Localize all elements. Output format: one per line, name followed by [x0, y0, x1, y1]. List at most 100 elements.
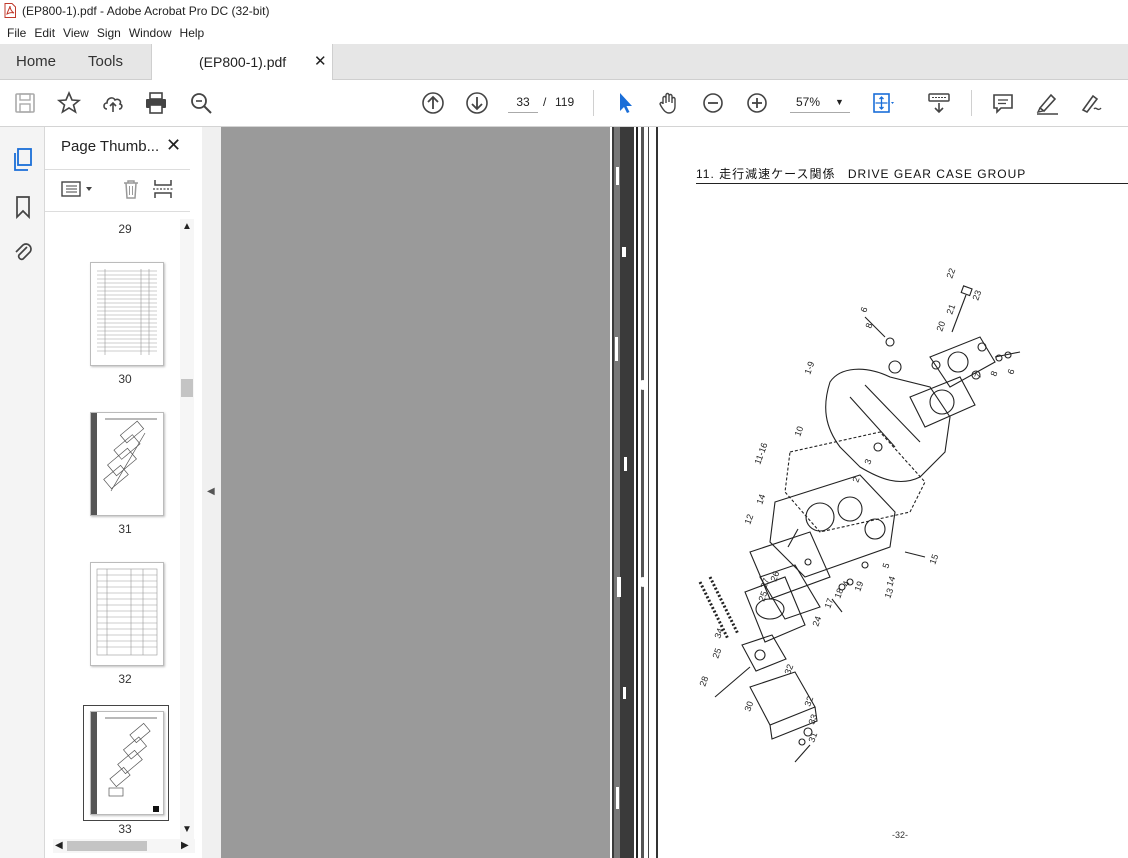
vertical-scroll-thumb[interactable] [181, 379, 193, 397]
menu-view[interactable]: View [63, 22, 89, 44]
menu-edit[interactable]: Edit [34, 22, 55, 44]
scroll-right-icon[interactable]: ▶ [181, 840, 189, 851]
thumbnails-panel: Page Thumb... ✕ 29 30 31 32 33 ▲ ▼ ◀ ▶ [45, 127, 203, 858]
fit-page-icon[interactable] [870, 90, 896, 116]
diagram-callout: 6 [858, 306, 869, 314]
diagram-callout: 10 [792, 425, 805, 438]
menu-window[interactable]: Window [129, 22, 172, 44]
menu-sign[interactable]: Sign [97, 22, 121, 44]
menu-bar: File Edit View Sign Window Help [0, 22, 1128, 44]
diagram-callout: 14 [884, 575, 897, 588]
heading-english: DRIVE GEAR CASE GROUP [847, 167, 1027, 181]
scan-binding-edge [610, 127, 670, 858]
page-number-input[interactable]: 33 [508, 92, 538, 113]
close-panel-icon[interactable]: ✕ [166, 135, 181, 156]
thumbnail-options-button[interactable] [61, 179, 97, 199]
toolbar-divider [971, 90, 972, 116]
heading-japanese: 走行減速ケース関係 [719, 167, 836, 181]
thumbnail-page-33[interactable] [90, 711, 164, 815]
diagram-callout: 1-9 [802, 360, 816, 376]
diagram-callout: 22 [944, 267, 957, 280]
thumbnail-horizontal-scrollbar[interactable]: ◀ ▶ [53, 839, 195, 853]
page-heading: 11. 走行減速ケース関係 DRIVE GEAR CASE GROUP [696, 165, 1026, 182]
diagram-callout: 11-16 [752, 441, 769, 465]
tab-document[interactable]: (EP800-1).pdf ✕ [151, 44, 333, 80]
collapse-panel-icon[interactable]: ◀ [207, 486, 215, 497]
diagram-callout: 23 [970, 289, 983, 302]
panel-title: Page Thumb... [61, 138, 160, 155]
diagram-callout: 6 [1005, 368, 1016, 376]
scroll-up-icon[interactable]: ▲ [182, 221, 192, 232]
document-viewport[interactable]: 11. 走行減速ケース関係 DRIVE GEAR CASE GROUP 22 2… [221, 127, 1128, 858]
highlight-pen-icon[interactable] [1034, 90, 1060, 116]
diagram-callout: 33 [806, 713, 819, 726]
panel-collapse-strip[interactable]: ◀ [202, 127, 222, 858]
title-bar: (EP800-1).pdf - Adobe Acrobat Pro DC (32… [0, 0, 1128, 22]
select-cursor-icon[interactable] [612, 90, 638, 116]
menu-file[interactable]: File [7, 22, 26, 44]
page-layout-icon[interactable] [152, 178, 174, 200]
zoom-search-icon[interactable] [188, 90, 214, 116]
page-footer: -32- [892, 830, 909, 840]
previous-page-icon[interactable] [420, 90, 446, 116]
toolbar-divider [593, 90, 594, 116]
thumbnail-page-32[interactable] [90, 562, 164, 666]
window-title: (EP800-1).pdf - Adobe Acrobat Pro DC (32… [22, 4, 270, 18]
comment-icon[interactable] [990, 90, 1016, 116]
toolbar: 33 / 119 57% ▼ [0, 80, 1128, 127]
attachments-icon[interactable] [12, 240, 34, 264]
diagram-callout: 32 [782, 663, 795, 676]
page-total: 119 [555, 95, 575, 109]
page-separator: / [543, 95, 547, 109]
hand-tool-icon[interactable] [656, 90, 682, 116]
heading-number: 11. [696, 167, 715, 181]
diagram-callout: 5 [880, 562, 891, 570]
diagram-callout: 30 [742, 700, 755, 713]
zoom-out-icon[interactable] [700, 90, 726, 116]
draw-sign-icon[interactable] [1078, 90, 1104, 116]
delete-page-icon[interactable] [120, 178, 142, 200]
exploded-parts-diagram: 22232120687 8 61-9103211-16141215514131941… [697, 267, 1021, 763]
diagram-callout: 21 [944, 303, 957, 316]
save-icon[interactable] [12, 90, 38, 116]
thumbnail-page-30[interactable] [90, 262, 164, 366]
tab-bar: Home Tools (EP800-1).pdf ✕ [0, 44, 1128, 80]
chevron-down-icon: ▼ [835, 97, 844, 107]
diagram-callout: 18 [832, 587, 845, 600]
horizontal-scroll-thumb[interactable] [67, 841, 147, 851]
diagram-callout: 4 [840, 580, 851, 588]
panel-divider [45, 169, 190, 170]
diagram-callout: 32 [802, 695, 815, 708]
diagram-callout: 31 [806, 731, 819, 744]
upload-cloud-icon[interactable] [100, 90, 126, 116]
close-tab-icon[interactable]: ✕ [314, 52, 327, 70]
print-icon[interactable] [143, 90, 169, 116]
page-thumbnails-icon[interactable] [12, 147, 34, 173]
bookmarks-icon[interactable] [13, 195, 33, 220]
diagram-callout: 28 [697, 675, 710, 688]
panel-divider [45, 211, 190, 212]
scroll-left-icon[interactable]: ◀ [55, 840, 63, 851]
diagram-callout: 8 [988, 370, 999, 378]
next-page-icon[interactable] [464, 90, 490, 116]
tab-home[interactable]: Home [16, 44, 56, 79]
bookmark-star-icon[interactable] [56, 90, 82, 116]
keyboard-scroll-icon[interactable] [926, 90, 952, 116]
navigation-rail [0, 127, 45, 858]
pdf-page: 11. 走行減速ケース関係 DRIVE GEAR CASE GROUP 22 2… [610, 127, 1128, 858]
zoom-in-icon[interactable] [744, 90, 770, 116]
menu-help[interactable]: Help [180, 22, 205, 44]
thumbnail-page-31[interactable] [90, 412, 164, 516]
zoom-level-select[interactable]: 57% ▼ [790, 92, 850, 113]
diagram-callout: 12 [742, 513, 755, 526]
scroll-down-icon[interactable]: ▼ [182, 824, 192, 835]
diagram-callout: 14 [754, 493, 767, 506]
diagram-callout: 25 [710, 647, 723, 660]
diagram-callout: 13 [882, 587, 895, 600]
diagram-callout: 17 [822, 597, 835, 610]
acrobat-file-icon [4, 3, 16, 18]
thumbnail-vertical-scrollbar[interactable]: ▲ ▼ [180, 219, 194, 839]
diagram-callout: 24 [810, 615, 823, 628]
tab-tools[interactable]: Tools [88, 44, 123, 79]
zoom-level-value: 57% [796, 95, 821, 109]
